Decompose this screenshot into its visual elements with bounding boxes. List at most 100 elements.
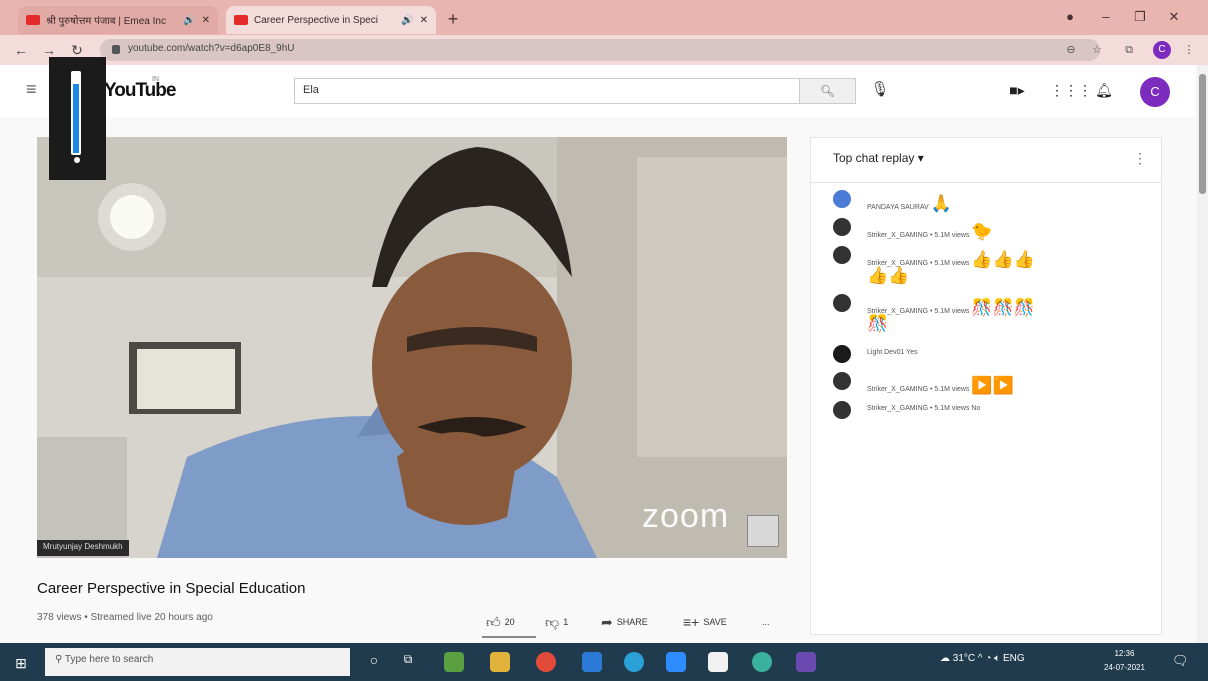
account-avatar[interactable]: C	[1140, 77, 1170, 107]
share-button[interactable]: ➦ SHARE	[601, 612, 648, 632]
playlist-add-icon: ≡+	[683, 614, 700, 630]
browser-menu-icon[interactable]: ⋮	[1180, 41, 1198, 59]
minimize-button[interactable]: –	[1092, 6, 1120, 28]
video-frame	[37, 137, 787, 558]
windows-taskbar: ⊞ ⚲ Type here to search ○ ⧉ ☁ 31°C ^ ◔ 🔈…	[0, 643, 1208, 681]
avatar	[833, 372, 851, 390]
save-button[interactable]: ≡+ SAVE	[683, 612, 727, 632]
profile-status-icon[interactable]: ●	[1056, 6, 1084, 28]
tab-close-icon[interactable]: ✕	[202, 15, 210, 26]
dislike-count: 1	[563, 617, 569, 627]
hamburger-menu-icon[interactable]: ≡	[26, 80, 44, 98]
browser-tab-active[interactable]: Career Perspective in Speci 🔊 ✕	[226, 6, 436, 34]
clock[interactable]: 12:36 24-07-2021	[1104, 647, 1145, 675]
chat-emoji-wrap: 👍👍	[867, 266, 910, 285]
search-icon: 🔍︎	[819, 84, 836, 98]
avatar	[833, 218, 851, 236]
thumbs-down-icon: 👎︎	[545, 613, 560, 630]
browser-tab[interactable]: श्री पुरुषोत्तम पंजाब | Emea Inc 🔊 ✕	[18, 6, 218, 34]
address-bar[interactable]: youtube.com/watch?v=d6ap0E8_9hU	[100, 39, 1100, 61]
zoom-app-icon[interactable]	[666, 652, 686, 672]
cortana-icon[interactable]: ○	[364, 652, 384, 672]
weather-icon: ☁	[940, 653, 953, 664]
tab-label: श्री पुरुषोत्तम पंजाब | Emea Inc	[46, 16, 166, 27]
volume-overlay[interactable]	[49, 57, 106, 180]
tab-audio-icon[interactable]: 🔊	[401, 15, 413, 26]
participant-nameplate: Mrutyunjay Deshmukh	[37, 540, 129, 556]
store-icon[interactable]	[708, 652, 728, 672]
tab-close-icon[interactable]: ✕	[420, 15, 428, 26]
volume-level-fill	[73, 84, 79, 153]
chat-header: Top chat replay ▾ ⋮	[811, 138, 1161, 183]
dislike-button[interactable]: 👎︎ 1	[545, 612, 568, 632]
chat-author: Striker_X_GAMING • 5.1M views 🐤	[867, 222, 993, 241]
like-count: 20	[504, 617, 515, 627]
share-arrow-icon: ➦	[601, 613, 613, 630]
mail-icon[interactable]	[582, 652, 602, 672]
star-icon[interactable]: ☆	[1088, 41, 1106, 59]
avatar	[833, 401, 851, 419]
chrome-icon[interactable]	[536, 652, 556, 672]
thumbs-up-icon: 👍︎	[486, 613, 501, 630]
search-button[interactable]: 🔍︎	[800, 78, 856, 104]
zoom-thumbnail	[747, 515, 779, 547]
maximize-button[interactable]: ❐	[1126, 6, 1154, 28]
app-icon[interactable]	[752, 652, 772, 672]
voice-search-mic-icon[interactable]: 🎙︎	[870, 80, 890, 100]
language-indicator[interactable]: ENG	[1003, 653, 1025, 664]
avatar	[833, 345, 851, 363]
url-text[interactable]: youtube.com/watch?v=d6ap0E8_9hU	[128, 43, 295, 54]
video-player[interactable]: Mrutyunjay Deshmukh zoom	[37, 137, 787, 558]
apps-grid-icon[interactable]: ⋮⋮⋮	[1050, 82, 1092, 100]
file-explorer-icon[interactable]	[490, 652, 510, 672]
edge-icon[interactable]	[624, 652, 644, 672]
address-bar-row: ← → ↻ youtube.com/watch?v=d6ap0E8_9hU ⊖ …	[0, 35, 1208, 65]
app-icon[interactable]	[796, 652, 816, 672]
back-arrow-icon[interactable]: ←	[12, 41, 30, 59]
create-video-icon[interactable]: ■▸	[1006, 82, 1028, 100]
tab-label: Career Perspective in Speci	[254, 14, 378, 26]
weather-temp: 31°C	[952, 653, 976, 664]
live-chat-panel: Top chat replay ▾ ⋮ PANDAYA SAURAV 🙏 Str…	[810, 137, 1162, 635]
extensions-icon[interactable]: ⧉	[1120, 41, 1138, 59]
volume-slider[interactable]	[71, 71, 81, 155]
avatar	[833, 190, 851, 208]
notification-center-icon[interactable]: 🗨︎	[1172, 653, 1189, 669]
task-view-icon[interactable]: ⧉	[398, 652, 418, 672]
new-tab-button[interactable]: +	[442, 8, 464, 30]
chat-more-icon[interactable]: ⋮	[1133, 150, 1147, 167]
more-actions-button[interactable]: ...	[762, 612, 770, 632]
chat-mode-dropdown[interactable]: Top chat replay ▾	[833, 151, 924, 165]
share-label: SHARE	[616, 617, 648, 627]
chat-author: Light Dev01 Yes	[867, 349, 918, 356]
avatar	[833, 246, 851, 264]
youtube-favicon-icon	[234, 15, 248, 25]
chat-author: Striker_X_GAMING • 5.1M views ▶️▶️	[867, 376, 1014, 395]
system-tray[interactable]: ☁ 31°C ^ ◔ 🔈︎ ENG	[940, 653, 1025, 664]
zoom-watermark: zoom	[642, 497, 730, 535]
scrollbar-thumb[interactable]	[1199, 74, 1206, 194]
app-icon[interactable]	[444, 652, 464, 672]
browser-tab-strip: श्री पुरुषोत्तम पंजाब | Emea Inc 🔊 ✕ Car…	[0, 0, 1208, 35]
volume-handle[interactable]	[74, 157, 80, 163]
chat-author: Striker_X_GAMING • 5.1M views 🎊🎊🎊	[867, 298, 1035, 317]
notifications-bell-icon[interactable]: 🔔︎	[1093, 82, 1115, 100]
windows-start-icon[interactable]: ⊞	[12, 654, 30, 672]
volume-icon[interactable]: 🔈︎	[994, 653, 1003, 664]
like-button[interactable]: 👍︎ 20	[486, 612, 515, 632]
clock-date: 24-07-2021	[1104, 663, 1145, 672]
country-code: IN	[152, 76, 159, 83]
chat-author: Striker_X_GAMING • 5.1M views No	[867, 405, 981, 412]
search-input[interactable]: Ela	[294, 78, 800, 104]
youtube-logo[interactable]: YouTube	[104, 80, 176, 102]
zoom-lens-icon[interactable]: ⊖	[1062, 41, 1080, 59]
tab-audio-icon[interactable]: 🔊	[183, 15, 195, 26]
search-icon: ⚲	[55, 654, 65, 665]
taskbar-search-input[interactable]: ⚲ Type here to search	[45, 648, 350, 676]
browser-profile-avatar[interactable]: C	[1153, 41, 1171, 59]
youtube-favicon-icon	[26, 15, 40, 25]
wifi-icon[interactable]: ◔	[985, 653, 994, 664]
lock-icon	[112, 45, 120, 54]
chat-emoji-wrap: 🎊	[867, 314, 889, 333]
close-window-button[interactable]: ✕	[1160, 6, 1188, 28]
